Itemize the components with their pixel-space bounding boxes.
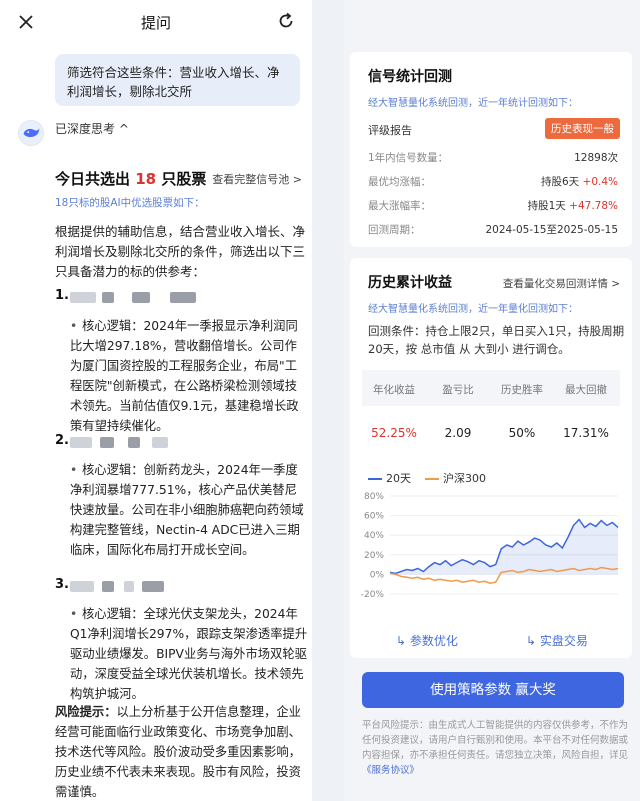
stat-value-up: +47.78% [569, 200, 618, 212]
arrow-icon: ↳ [396, 634, 407, 648]
signal-subtitle: 经大智慧量化系统回测，近一年统计回测如下： [368, 98, 578, 109]
stat-value: 12898次 [574, 150, 618, 165]
stat-label: 最优均涨幅： [368, 176, 431, 188]
view-signal-pool-link[interactable]: 查看完整信号池 > [212, 171, 302, 187]
history-subtitle: 经大智慧量化系统回测，近一年量化回测如下： [368, 304, 578, 315]
item-number: 1. [55, 288, 69, 303]
signal-title: 信号统计回测 [368, 69, 452, 85]
legend-swatch-hs300 [425, 478, 439, 480]
masked-stock-code [124, 581, 134, 592]
stats-value-profit-loss-ratio: 2.09 [444, 426, 472, 440]
stats-value-win-rate: 50% [508, 426, 536, 440]
use-strategy-button[interactable]: 使用策略参数 赢大奖 [362, 672, 624, 708]
assistant-avatar [18, 120, 44, 146]
list-item: • 核心逻辑：创新药龙头，2024年一季度净利润暴增777.51%，核心产品伏美替… [70, 460, 308, 560]
result-summary: 今日共选出 18 只股票 [55, 168, 206, 189]
stat-label: 回测周期： [368, 224, 421, 236]
stat-value-up: +0.4% [582, 176, 618, 188]
arrow-icon: ↳ [526, 634, 537, 648]
masked-stock-code [152, 437, 168, 448]
item-number: 3. [55, 577, 69, 592]
backtest-stats-table: 年化收益 盈亏比 历史胜率 最大回撤 52.25% 2.09 50% 17.31… [362, 370, 620, 462]
y-tick-label: 20% [364, 551, 384, 561]
chat-panel: 提问 筛选符合这些条件：营业收入增长、净利润增长，剔除北交所 已深度思考 ^ 今… [0, 0, 312, 801]
list-item: • 核心逻辑：2024年一季报显示净利润同比大增297.18%，营收翻倍增长。公司… [70, 316, 308, 436]
top-bar: 提问 [0, 0, 312, 44]
live-trade-label: 实盘交易 [539, 634, 588, 648]
stat-value-text: 12898次 [574, 152, 618, 164]
rating-label: 评级报告 [368, 124, 412, 137]
masked-stock-name [102, 581, 114, 592]
item-logic: 核心逻辑：全球光伏支架龙头，2024年Q1净利润增长297%，跟踪支架渗透率提升… [70, 607, 308, 701]
masked-stock-name [70, 581, 94, 592]
risk-text: 以上分析基于公开信息整理，企业经营可能面临行业政策变化、市场竞争加剧、技术迭代等… [55, 705, 301, 799]
whale-icon [23, 128, 40, 138]
platform-disclaimer: 平台风险提示：由生成式人工智能提供的内容仅供参考，不作为任何投资建议，请用户自行… [362, 718, 628, 778]
stat-value: 持股6天 +0.4% [541, 174, 618, 189]
y-tick-label: 40% [364, 531, 384, 541]
legend-swatch-20d [368, 478, 382, 480]
result-count: 18 [135, 170, 157, 188]
cumulative-return-chart: 80% 60% 40% 20% 0% -20% [361, 492, 619, 600]
risk-label: 风险提示： [55, 705, 117, 719]
masked-stock-code [142, 581, 164, 592]
stat-value: 持股1天 +47.78% [528, 198, 618, 213]
stat-label: 1年内信号数量： [368, 152, 449, 164]
masked-stock-code [128, 437, 140, 448]
masked-stock-name [100, 437, 114, 448]
backtest-detail-link[interactable]: 查看量化交易回测详情 > [503, 276, 620, 291]
bullet-dot: • [70, 463, 78, 477]
intro-text: 根据提供的辅助信息，结合营业收入增长、净利润增长及剔除北交所的条件，筛选出以下三… [55, 224, 306, 279]
deep-think-toggle[interactable]: 已深度思考 ^ [55, 120, 129, 137]
stat-value: 2024-05-15至2025-05-15 [485, 222, 618, 237]
stats-header: 盈亏比 [442, 384, 474, 396]
stats-value-annual-return: 52.25% [371, 426, 417, 440]
service-agreement-link[interactable]: 《服务协议》 [362, 765, 419, 776]
item-logic: 核心逻辑：创新药龙头，2024年一季度净利润暴增777.51%，核心产品伏美替尼… [70, 463, 304, 557]
y-tick-label: 0% [370, 570, 385, 580]
live-trade-button[interactable]: ↳ 实盘交易 [526, 632, 588, 649]
masked-stock-code [170, 292, 196, 303]
page-title: 提问 [140, 14, 171, 32]
masked-stock-name [102, 292, 114, 303]
list-item: • 核心逻辑：全球光伏支架龙头，2024年Q1净利润增长297%，跟踪支架渗透率提… [70, 604, 308, 704]
param-optimize-label: 参数优化 [409, 634, 458, 648]
history-title: 历史累计收益 [368, 275, 452, 291]
strategy-panel: 信号统计回测 经大智慧量化系统回测，近一年统计回测如下： 评级报告 历史表现一般… [344, 0, 640, 801]
stat-value-text: 2024-05-15至2025-05-15 [485, 224, 618, 236]
risk-warning: 风险提示：以上分析基于公开信息整理，企业经营可能面临行业政策变化、市场竞争加剧、… [55, 702, 305, 801]
stats-header: 历史胜率 [501, 384, 543, 396]
bullet-dot: • [70, 319, 78, 333]
stats-value-max-drawdown: 17.31% [563, 426, 609, 440]
y-tick-label: -20% [361, 590, 385, 600]
item-number: 2. [55, 433, 69, 448]
legend-label-hs300: 沪深300 [443, 472, 486, 485]
user-query-bubble: 筛选符合这些条件：营业收入增长、净利润增长，剔除北交所 [55, 54, 300, 106]
stat-value-text: 持股1天 [527, 200, 566, 212]
history-returns-card: 历史累计收益 查看量化交易回测详情 > 经大智慧量化系统回测，近一年量化回测如下… [350, 258, 632, 658]
rating-badge: 历史表现一般 [545, 118, 620, 139]
refresh-icon[interactable] [276, 11, 296, 31]
chart-legend: 20天 沪深300 [368, 470, 486, 486]
stat-value-text: 持股6天 [540, 176, 580, 188]
y-tick-label: 80% [364, 492, 384, 502]
signal-stats-card: 信号统计回测 经大智慧量化系统回测，近一年统计回测如下： 评级报告 历史表现一般… [350, 52, 632, 247]
legend-label-20d: 20天 [386, 472, 411, 485]
masked-stock-name [70, 437, 92, 448]
item-logic: 核心逻辑：2024年一季报显示净利润同比大增297.18%，营收翻倍增长。公司作… [70, 319, 299, 433]
bullet-dot: • [70, 607, 78, 621]
stat-label: 最大涨幅率： [368, 200, 431, 212]
result-subnote: 18只标的股AI中优选股票如下： [55, 197, 205, 209]
result-prefix: 今日共选出 [55, 170, 131, 188]
stats-header: 年化收益 [373, 384, 415, 396]
stats-header: 最大回撤 [565, 384, 607, 396]
backtest-conditions: 回测条件：持仓上限2只，单日买入1只，持股周期20天，按 总市值 从 大到小 进… [368, 324, 625, 356]
masked-stock-code [132, 292, 150, 303]
disclaimer-text: 平台风险提示：由生成式人工智能提供的内容仅供参考，不作为任何投资建议，请用户自行… [362, 720, 629, 761]
param-optimize-button[interactable]: ↳ 参数优化 [396, 632, 458, 649]
masked-stock-name [70, 292, 96, 303]
y-tick-label: 60% [364, 512, 384, 522]
result-suffix: 只股票 [161, 170, 207, 188]
